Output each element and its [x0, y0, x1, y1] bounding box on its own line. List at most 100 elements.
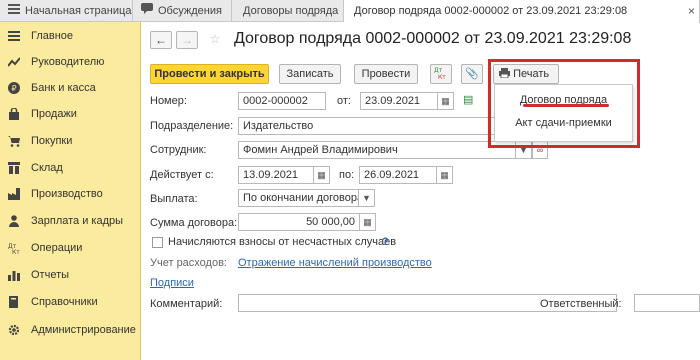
calendar-button[interactable]: ▦: [314, 166, 330, 184]
division-field[interactable]: Издательство: [238, 117, 530, 135]
table-icon[interactable]: ▤: [463, 93, 473, 106]
employee-label: Сотрудник:: [150, 144, 207, 156]
sidebar-item-payroll[interactable]: Зарплата и кадры: [0, 210, 141, 232]
sum-field[interactable]: 50 000,00: [238, 213, 360, 231]
post-and-close-button[interactable]: Провести и закрыть: [150, 64, 269, 84]
sidebar-item-label: Операции: [31, 242, 83, 254]
sidebar-item-operations[interactable]: Дт Кт Операции: [0, 237, 141, 259]
sidebar-item-label: Банк и касса: [31, 82, 96, 94]
print-menu: Договор подряда Акт сдачи-приемки: [494, 84, 633, 142]
sidebar: Главное Руководителю ₽ Банк и касса Прод…: [0, 22, 141, 360]
dt-kt-icon: Дт Кт: [8, 242, 20, 256]
tab-bar: Начальная страница Обсуждения Договоры п…: [0, 0, 700, 23]
chat-icon: [141, 0, 153, 22]
responsible-field[interactable]: [634, 294, 700, 312]
sidebar-item-label: Главное: [31, 30, 74, 42]
tab-label: Договоры подряда: [243, 5, 339, 17]
menu-icon: [8, 0, 20, 22]
attach-button[interactable]: 📎: [461, 64, 483, 84]
calculator-button[interactable]: ▦: [360, 213, 376, 231]
svg-text:Кт: Кт: [438, 74, 446, 80]
responsible-label: Ответственный:: [540, 298, 622, 310]
calendar-icon: ▦: [441, 96, 450, 106]
sidebar-item-purchases[interactable]: Покупки: [0, 130, 141, 152]
menu-icon: [8, 30, 20, 42]
payment-label: Выплата:: [150, 193, 198, 205]
chevron-down-icon: ▼: [362, 193, 371, 203]
sidebar-item-label: Руководителю: [31, 56, 105, 68]
tab-contract-document[interactable]: Договор подряда 0002-000002 от 23.09.202…: [344, 0, 700, 23]
tab-home[interactable]: Начальная страница: [0, 0, 133, 22]
sum-label: Сумма договора:: [150, 217, 238, 229]
sidebar-item-references[interactable]: Справочники: [0, 291, 141, 313]
arrow-left-icon: ←: [155, 33, 167, 47]
sidebar-item-administration[interactable]: Администрирование: [0, 319, 141, 341]
page-title: Договор подряда 0002-000002 от 23.09.202…: [234, 30, 632, 47]
warehouse-icon: [8, 162, 20, 174]
factory-icon: [8, 188, 20, 200]
valid-to-label: по:: [339, 169, 355, 181]
bag-icon: [8, 107, 20, 120]
calendar-button[interactable]: ▦: [438, 92, 454, 110]
sidebar-item-warehouse[interactable]: Склад: [0, 157, 141, 179]
underline-mark: [523, 104, 609, 107]
book-icon: [8, 296, 20, 308]
favorite-button[interactable]: ☆: [204, 31, 226, 49]
accident-label: Начисляются взносы от несчастных случаев: [168, 236, 397, 248]
date-label: от:: [337, 95, 351, 107]
forward-button[interactable]: →: [176, 31, 198, 49]
calculator-icon: ▦: [363, 217, 372, 227]
sidebar-item-main[interactable]: Главное: [0, 25, 141, 47]
svg-text:Дт: Дт: [434, 67, 443, 74]
sidebar-item-label: Производство: [31, 188, 103, 200]
dt-kt-button[interactable]: Дт Кт: [430, 64, 452, 84]
valid-from-label: Действует с:: [150, 169, 214, 181]
back-button[interactable]: ←: [150, 31, 172, 49]
sidebar-item-label: Склад: [31, 162, 63, 174]
sidebar-item-label: Отчеты: [31, 269, 70, 281]
number-label: Номер:: [150, 95, 187, 107]
sidebar-item-label: Продажи: [31, 108, 77, 120]
employee-field[interactable]: Фомин Андрей Владимирович: [238, 141, 516, 159]
number-field[interactable]: 0002-000002: [238, 92, 326, 110]
post-button[interactable]: Провести: [354, 64, 418, 84]
signatures-link[interactable]: Подписи: [150, 277, 194, 289]
tab-label: Договор подряда 0002-000002 от 23.09.202…: [354, 5, 628, 17]
help-icon[interactable]: ?: [382, 236, 389, 248]
sidebar-item-manager[interactable]: Руководителю: [0, 51, 141, 73]
sidebar-item-bank[interactable]: ₽ Банк и касса: [0, 77, 141, 99]
tab-label: Начальная страница: [25, 5, 132, 17]
tab-discussions[interactable]: Обсуждения: [133, 0, 232, 22]
calendar-icon: ▦: [440, 170, 449, 180]
tab-contracts-list[interactable]: Договоры подряда: [232, 0, 344, 22]
division-label: Подразделение:: [150, 120, 234, 132]
close-icon[interactable]: ×: [688, 0, 695, 22]
tab-label: Обсуждения: [158, 5, 222, 17]
save-button[interactable]: Записать: [279, 64, 341, 84]
date-field[interactable]: 23.09.2021: [360, 92, 438, 110]
dt-kt-icon: Дт Кт: [434, 67, 448, 83]
valid-to-field[interactable]: 26.09.2021: [359, 166, 437, 184]
payment-dropdown-button[interactable]: ▼: [359, 189, 375, 207]
sidebar-item-label: Покупки: [31, 135, 73, 147]
calendar-button[interactable]: ▦: [437, 166, 453, 184]
sidebar-item-reports[interactable]: Отчеты: [0, 264, 141, 286]
sidebar-item-label: Администрирование: [31, 324, 136, 336]
expense-link[interactable]: Отражение начислений производство: [238, 257, 432, 269]
arrow-right-icon: →: [181, 33, 193, 47]
cart-icon: [8, 135, 20, 147]
sidebar-item-label: Зарплата и кадры: [31, 215, 124, 227]
sidebar-item-production[interactable]: Производство: [0, 183, 141, 205]
svg-text:Кт: Кт: [12, 249, 20, 254]
people-icon: [8, 215, 20, 227]
coin-icon: ₽: [8, 82, 20, 94]
payment-select[interactable]: По окончании договора: [238, 189, 359, 207]
paperclip-icon: 📎: [465, 68, 479, 80]
accident-checkbox[interactable]: [152, 237, 163, 248]
expense-label: Учет расходов:: [150, 257, 227, 269]
star-icon: ☆: [209, 32, 221, 46]
print-menu-item-act[interactable]: Акт сдачи-приемки: [495, 117, 632, 129]
valid-from-field[interactable]: 13.09.2021: [238, 166, 314, 184]
sidebar-item-sales[interactable]: Продажи: [0, 103, 141, 125]
gear-icon: [8, 324, 20, 336]
